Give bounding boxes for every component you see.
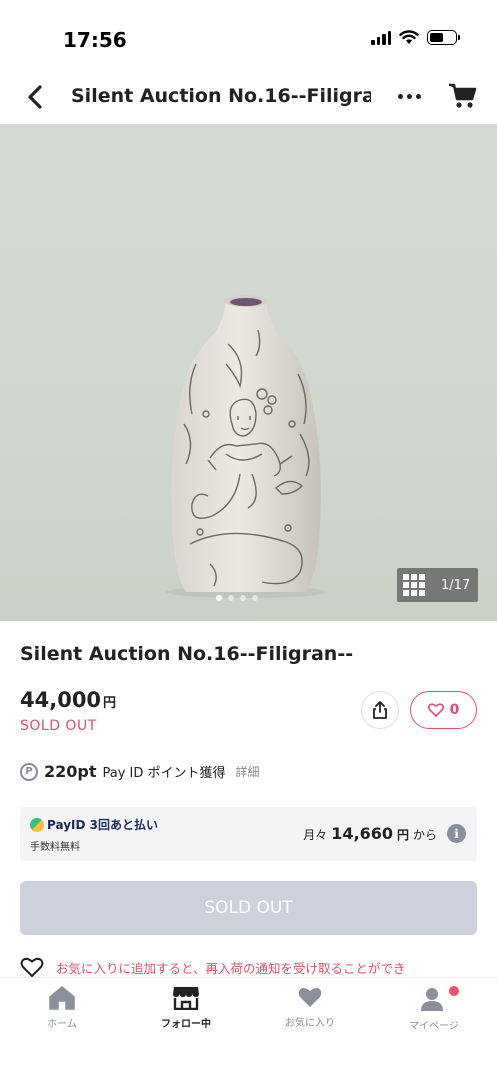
info-icon[interactable]: i (447, 824, 466, 843)
bottom-tab-bar: ホーム フォロー中 お気に入り マイページ (0, 977, 497, 1080)
product-image (166, 295, 326, 598)
product-title: Silent Auction No.16--Filigran-- (20, 643, 354, 665)
share-button[interactable] (361, 691, 399, 729)
chevron-left-icon (28, 85, 42, 109)
points-details-link[interactable]: 詳細 (236, 763, 260, 780)
notification-badge (449, 986, 459, 996)
status-icons (371, 30, 460, 45)
purchase-button[interactable]: SOLD OUT (20, 881, 477, 935)
cart-icon (449, 83, 477, 108)
image-counter-text: 1/17 (441, 577, 471, 593)
heart-outline-icon (427, 703, 444, 717)
tab-following-label: フォロー中 (161, 1019, 211, 1030)
price-row: 44,000 円 (20, 688, 116, 712)
home-icon (49, 986, 75, 1010)
payid-fee-note: 手数料無料 (30, 842, 80, 853)
monthly-currency: 円 (396, 828, 409, 842)
restock-notice: お気に入りに追加すると、再入荷の通知を受け取ることができ (20, 957, 477, 978)
gallery-pagination-dots (216, 595, 258, 601)
payid-installment-box[interactable]: PayID 3回あと払い 手数料無料 月々 14,660 円 から i (20, 807, 477, 861)
monthly-suffix: から (412, 828, 437, 842)
grid-icon (403, 574, 425, 596)
payid-logo-icon (30, 817, 44, 832)
product-image-gallery[interactable] (0, 124, 497, 621)
restock-notice-text: お気に入りに追加すると、再入荷の通知を受け取ることができ (56, 961, 406, 976)
payid-monthly: 月々 14,660 円 から (303, 824, 437, 843)
tab-home[interactable]: ホーム (12, 986, 112, 1030)
more-button[interactable] (394, 84, 424, 108)
tab-mypage[interactable]: マイページ (384, 986, 484, 1032)
shop-icon (173, 987, 199, 1010)
cart-button[interactable] (448, 82, 478, 110)
user-icon (421, 988, 443, 1011)
stock-status: SOLD OUT (20, 718, 97, 734)
tab-favorites-label: お気に入り (285, 1018, 335, 1029)
page-title: Silent Auction No.16--Filigran... (71, 85, 371, 107)
favorite-button[interactable]: 0 (410, 691, 477, 729)
share-icon (373, 701, 387, 719)
status-time: 17:56 (63, 28, 127, 52)
heart-icon (298, 987, 322, 1007)
image-counter-button[interactable]: 1/17 (397, 568, 478, 602)
payid-brand: PayID 3回あと払い (30, 816, 158, 833)
back-button[interactable] (20, 82, 50, 112)
points-coin-icon: P (20, 762, 38, 781)
tab-mypage-label: マイページ (409, 1021, 459, 1032)
monthly-amount: 14,660 (331, 824, 393, 843)
signal-icon (371, 30, 391, 45)
tab-favorites[interactable]: お気に入り (260, 986, 360, 1029)
nav-header: Silent Auction No.16--Filigran... (0, 68, 497, 124)
favorite-count: 0 (449, 702, 460, 718)
payid-name: PayID 3回あと払い (47, 818, 158, 832)
price-currency: 円 (103, 696, 117, 711)
product-price: 44,000 (20, 688, 102, 712)
points-text: Pay ID ポイント獲得 (102, 766, 226, 781)
points-row: P 220pt Pay ID ポイント獲得 詳細 (20, 762, 260, 781)
monthly-label: 月々 (303, 828, 328, 842)
heart-outline-icon (20, 957, 44, 977)
battery-icon (427, 30, 460, 45)
tab-following[interactable]: フォロー中 (136, 986, 236, 1030)
points-value: 220pt (44, 762, 97, 781)
more-horizontal-icon (397, 93, 403, 99)
wifi-icon (399, 30, 419, 44)
tab-home-label: ホーム (47, 1019, 77, 1030)
